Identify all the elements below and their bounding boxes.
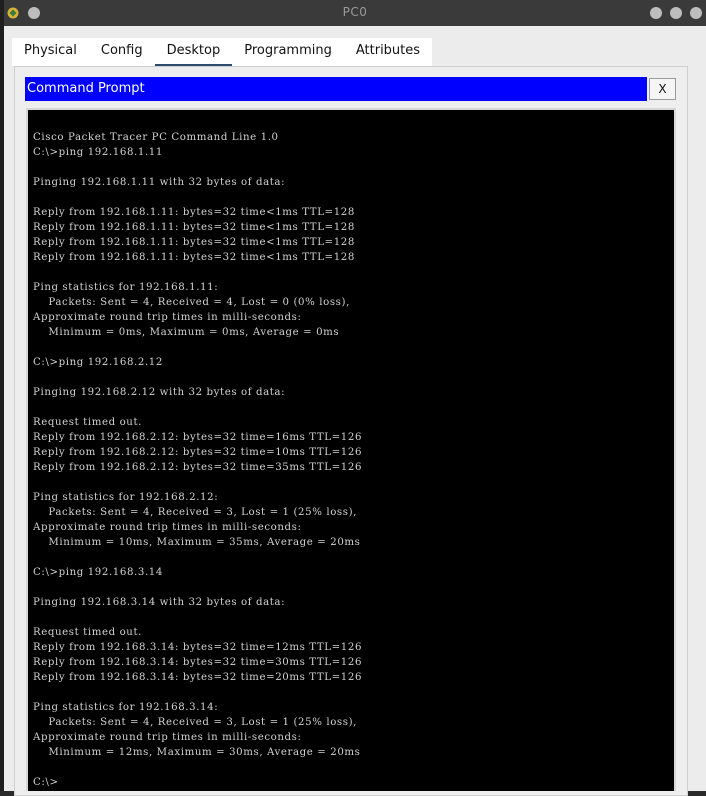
tab-config[interactable]: Config — [89, 38, 155, 66]
tab-physical[interactable]: Physical — [12, 38, 89, 66]
tab-desktop[interactable]: Desktop — [154, 38, 233, 66]
window-title: PC0 — [342, 5, 368, 19]
terminal-text[interactable]: Cisco Packet Tracer PC Command Line 1.0 … — [28, 110, 674, 790]
close-window-button[interactable] — [690, 7, 702, 19]
minimize-button[interactable] — [650, 7, 662, 19]
tab-bar: Physical Config Desktop Programming Attr… — [12, 38, 433, 66]
close-command-prompt-button[interactable]: X — [649, 78, 676, 100]
terminal-output-area[interactable]: Cisco Packet Tracer PC Command Line 1.0 … — [26, 108, 676, 791]
tab-attributes[interactable]: Attributes — [344, 38, 432, 66]
maximize-button[interactable] — [670, 7, 682, 19]
title-bar[interactable]: PC0 — [4, 0, 706, 26]
command-prompt-header: Command Prompt — [25, 77, 647, 101]
tab-programming[interactable]: Programming — [232, 38, 344, 66]
